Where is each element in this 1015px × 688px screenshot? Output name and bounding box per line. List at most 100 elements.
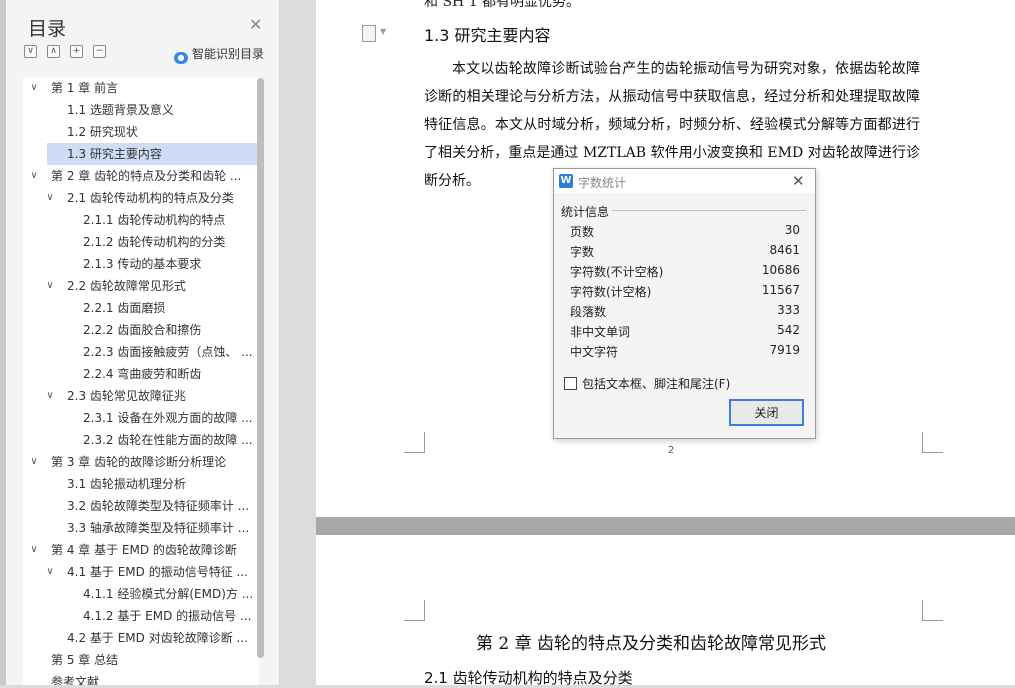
chevron-down-icon[interactable]: ▼ [380,27,386,36]
chevron-down-icon[interactable]: ∨ [29,77,39,99]
toc-item-label: 2.1 齿轮传动机构的特点及分类 [67,191,234,205]
include-textbox-checkbox[interactable]: 包括文本框、脚注和尾注(F) [564,375,730,392]
document-page: 第 2 章 齿轮的特点及分类和齿轮故障常见形式 2.1 齿轮传动机构的特点及分类 [316,535,1015,687]
toc-item[interactable]: ∨ 第 2 章 齿轮的特点及分类和齿轮 ... [23,165,259,187]
toc-item-label: 2.2 齿轮故障常见形式 [67,279,186,293]
checkbox-box[interactable] [564,377,577,390]
stat-row: 字符数(计空格) 11567 [570,283,800,303]
chevron-down-icon[interactable]: ∨ [29,165,39,187]
toc-title: 目录 [28,18,67,40]
toc-item[interactable]: 4.1.1 经验模式分解(EMD)方 ... [23,583,259,605]
group-divider [612,210,806,211]
toc-item[interactable]: ∨ 2.1 齿轮传动机构的特点及分类 [23,187,259,209]
toc-item[interactable]: 1.3 研究主要内容 [47,143,259,165]
add-heading-icon[interactable]: + [70,45,83,58]
crop-mark [404,432,425,453]
chevron-down-icon[interactable]: ∨ [29,539,39,561]
close-icon[interactable]: ✕ [792,172,805,190]
toc-item-label: 第 2 章 齿轮的特点及分类和齿轮 ... [51,169,242,183]
smart-recognize-icon: ● [174,52,188,64]
stat-label: 中文字符 [570,345,619,359]
toc-item-label: 2.3.2 齿轮在性能方面的故障 ... [83,433,253,447]
toc-item[interactable]: 4.2 基于 EMD 对齿轮故障诊断 ... [23,627,259,649]
stat-label: 段落数 [570,305,607,319]
toc-item[interactable]: 1.1 选题背景及意义 [23,99,259,121]
stat-row: 字数 8461 [570,243,800,263]
chevron-down-icon[interactable]: ∨ [45,385,55,407]
toc-item[interactable]: 2.1.3 传动的基本要求 [23,253,259,275]
dialog-title: 字数统计 [578,176,627,190]
toc-item[interactable]: ∨ 第 1 章 前言 [23,77,259,99]
stat-label: 字符数(不计空格) [570,265,664,279]
toc-item-label: 4.1.2 基于 EMD 的振动信号 ... [83,609,252,623]
stat-value: 11567 [761,283,800,297]
stat-value: 10686 [761,263,800,277]
toc-close-icon[interactable]: ✕ [249,15,262,34]
stat-row: 段落数 333 [570,303,800,323]
toc-item[interactable]: ∨ 2.3 齿轮常见故障征兆 [23,385,259,407]
chevron-down-icon[interactable]: ∨ [29,451,39,473]
toc-item[interactable]: ∨ 第 3 章 齿轮的故障诊断分析理论 [23,451,259,473]
toc-item-label: 2.1.2 齿轮传动机构的分类 [83,235,226,249]
close-button[interactable]: 关闭 [729,399,804,426]
remove-heading-icon[interactable]: − [93,45,106,58]
document-icon[interactable] [362,25,376,42]
toc-item[interactable]: 2.3.2 齿轮在性能方面的故障 ... [23,429,259,451]
stat-row: 非中文单词 542 [570,323,800,343]
toc-item-label: 4.1.1 经验模式分解(EMD)方 ... [83,587,254,601]
page-number: 2 [668,445,675,456]
toc-item-label: 第 1 章 前言 [51,81,119,95]
toc-item-label: 2.2.3 齿面接触疲劳（点蚀、 ... [83,345,253,359]
stat-value: 7919 [769,343,800,357]
toc-item[interactable]: ∨ 2.2 齿轮故障常见形式 [23,275,259,297]
toc-item[interactable]: 2.3.1 设备在外观方面的故障 ... [23,407,259,429]
toc-item[interactable]: 3.2 齿轮故障类型及特征频率计 ... [23,495,259,517]
toc-item[interactable]: 2.2.3 齿面接触疲劳（点蚀、 ... [23,341,259,363]
toc-item[interactable]: 参考文献 [23,671,259,685]
toc-item[interactable]: 3.1 齿轮振动机理分析 [23,473,259,495]
chevron-down-icon[interactable]: ∨ [45,561,55,583]
page-gap [316,517,1015,535]
toc-item[interactable]: 2.1.2 齿轮传动机构的分类 [23,231,259,253]
smart-toc-button[interactable]: ● 智能识别目录 [174,45,264,64]
group-label: 统计信息 [561,205,610,219]
expand-up-icon[interactable]: ∧ [47,45,60,58]
toc-item-label: 2.2.4 弯曲疲劳和断齿 [83,367,202,381]
dialog-titlebar[interactable]: W 字数统计 ✕ [554,169,815,193]
toc-scrollbar[interactable] [257,78,264,658]
toc-item-label: 3.2 齿轮故障类型及特征频率计 ... [67,499,250,513]
toc-item-label: 第 5 章 总结 [51,653,119,667]
stat-label: 页数 [570,225,595,239]
toc-item[interactable]: 2.1.1 齿轮传动机构的特点 [23,209,259,231]
toc-item-label: 1.2 研究现状 [67,125,138,139]
chevron-down-icon[interactable]: ∨ [45,187,55,209]
toc-item[interactable]: 2.2.2 齿面胶合和擦伤 [23,319,259,341]
toc-item[interactable]: 2.2.4 弯曲疲劳和断齿 [23,363,259,385]
toc-item[interactable]: ∨ 4.1 基于 EMD 的振动信号特征 ... [23,561,259,583]
stat-label: 字符数(计空格) [570,285,652,299]
chevron-down-icon[interactable]: ∨ [45,275,55,297]
toc-item-label: 3.3 轴承故障类型及特征频率计 ... [67,521,250,535]
toc-item[interactable]: ∨ 第 4 章 基于 EMD 的齿轮故障诊断 [23,539,259,561]
toc-item[interactable]: 1.2 研究现状 [23,121,259,143]
toc-item[interactable]: 第 5 章 总结 [23,649,259,671]
toc-item-label: 参考文献 [51,675,100,685]
smart-toc-label: 智能识别目录 [192,47,265,61]
toc-item-label: 第 3 章 齿轮的故障诊断分析理论 [51,455,227,469]
toc-item-label: 2.3.1 设备在外观方面的故障 ... [83,411,253,425]
stat-label: 非中文单词 [570,325,631,339]
toc-item-label: 4.2 基于 EMD 对齿轮故障诊断 ... [67,631,248,645]
stat-row: 页数 30 [570,223,800,243]
word-count-dialog: W 字数统计 ✕ 统计信息 页数 30 字数 8461 字符数(不计空格) 10686 字符… [553,168,816,439]
toc-item[interactable]: 3.3 轴承故障类型及特征频率计 ... [23,517,259,539]
toc-item[interactable]: 4.1.2 基于 EMD 的振动信号 ... [23,605,259,627]
toc-item-label: 2.1.3 传动的基本要求 [83,257,202,271]
toc-item-label: 2.1.1 齿轮传动机构的特点 [83,213,226,227]
toc-item-label: 4.1 基于 EMD 的振动信号特征 ... [67,565,248,579]
stat-value: 333 [777,303,800,317]
chapter-heading: 第 2 章 齿轮的特点及分类和齿轮故障常见形式 [476,634,827,654]
toc-item-label: 2.3 齿轮常见故障征兆 [67,389,186,403]
toc-item[interactable]: 2.2.1 齿面磨损 [23,297,259,319]
collapse-all-icon[interactable]: ∨ [24,45,37,58]
stat-row: 中文字符 7919 [570,343,800,363]
